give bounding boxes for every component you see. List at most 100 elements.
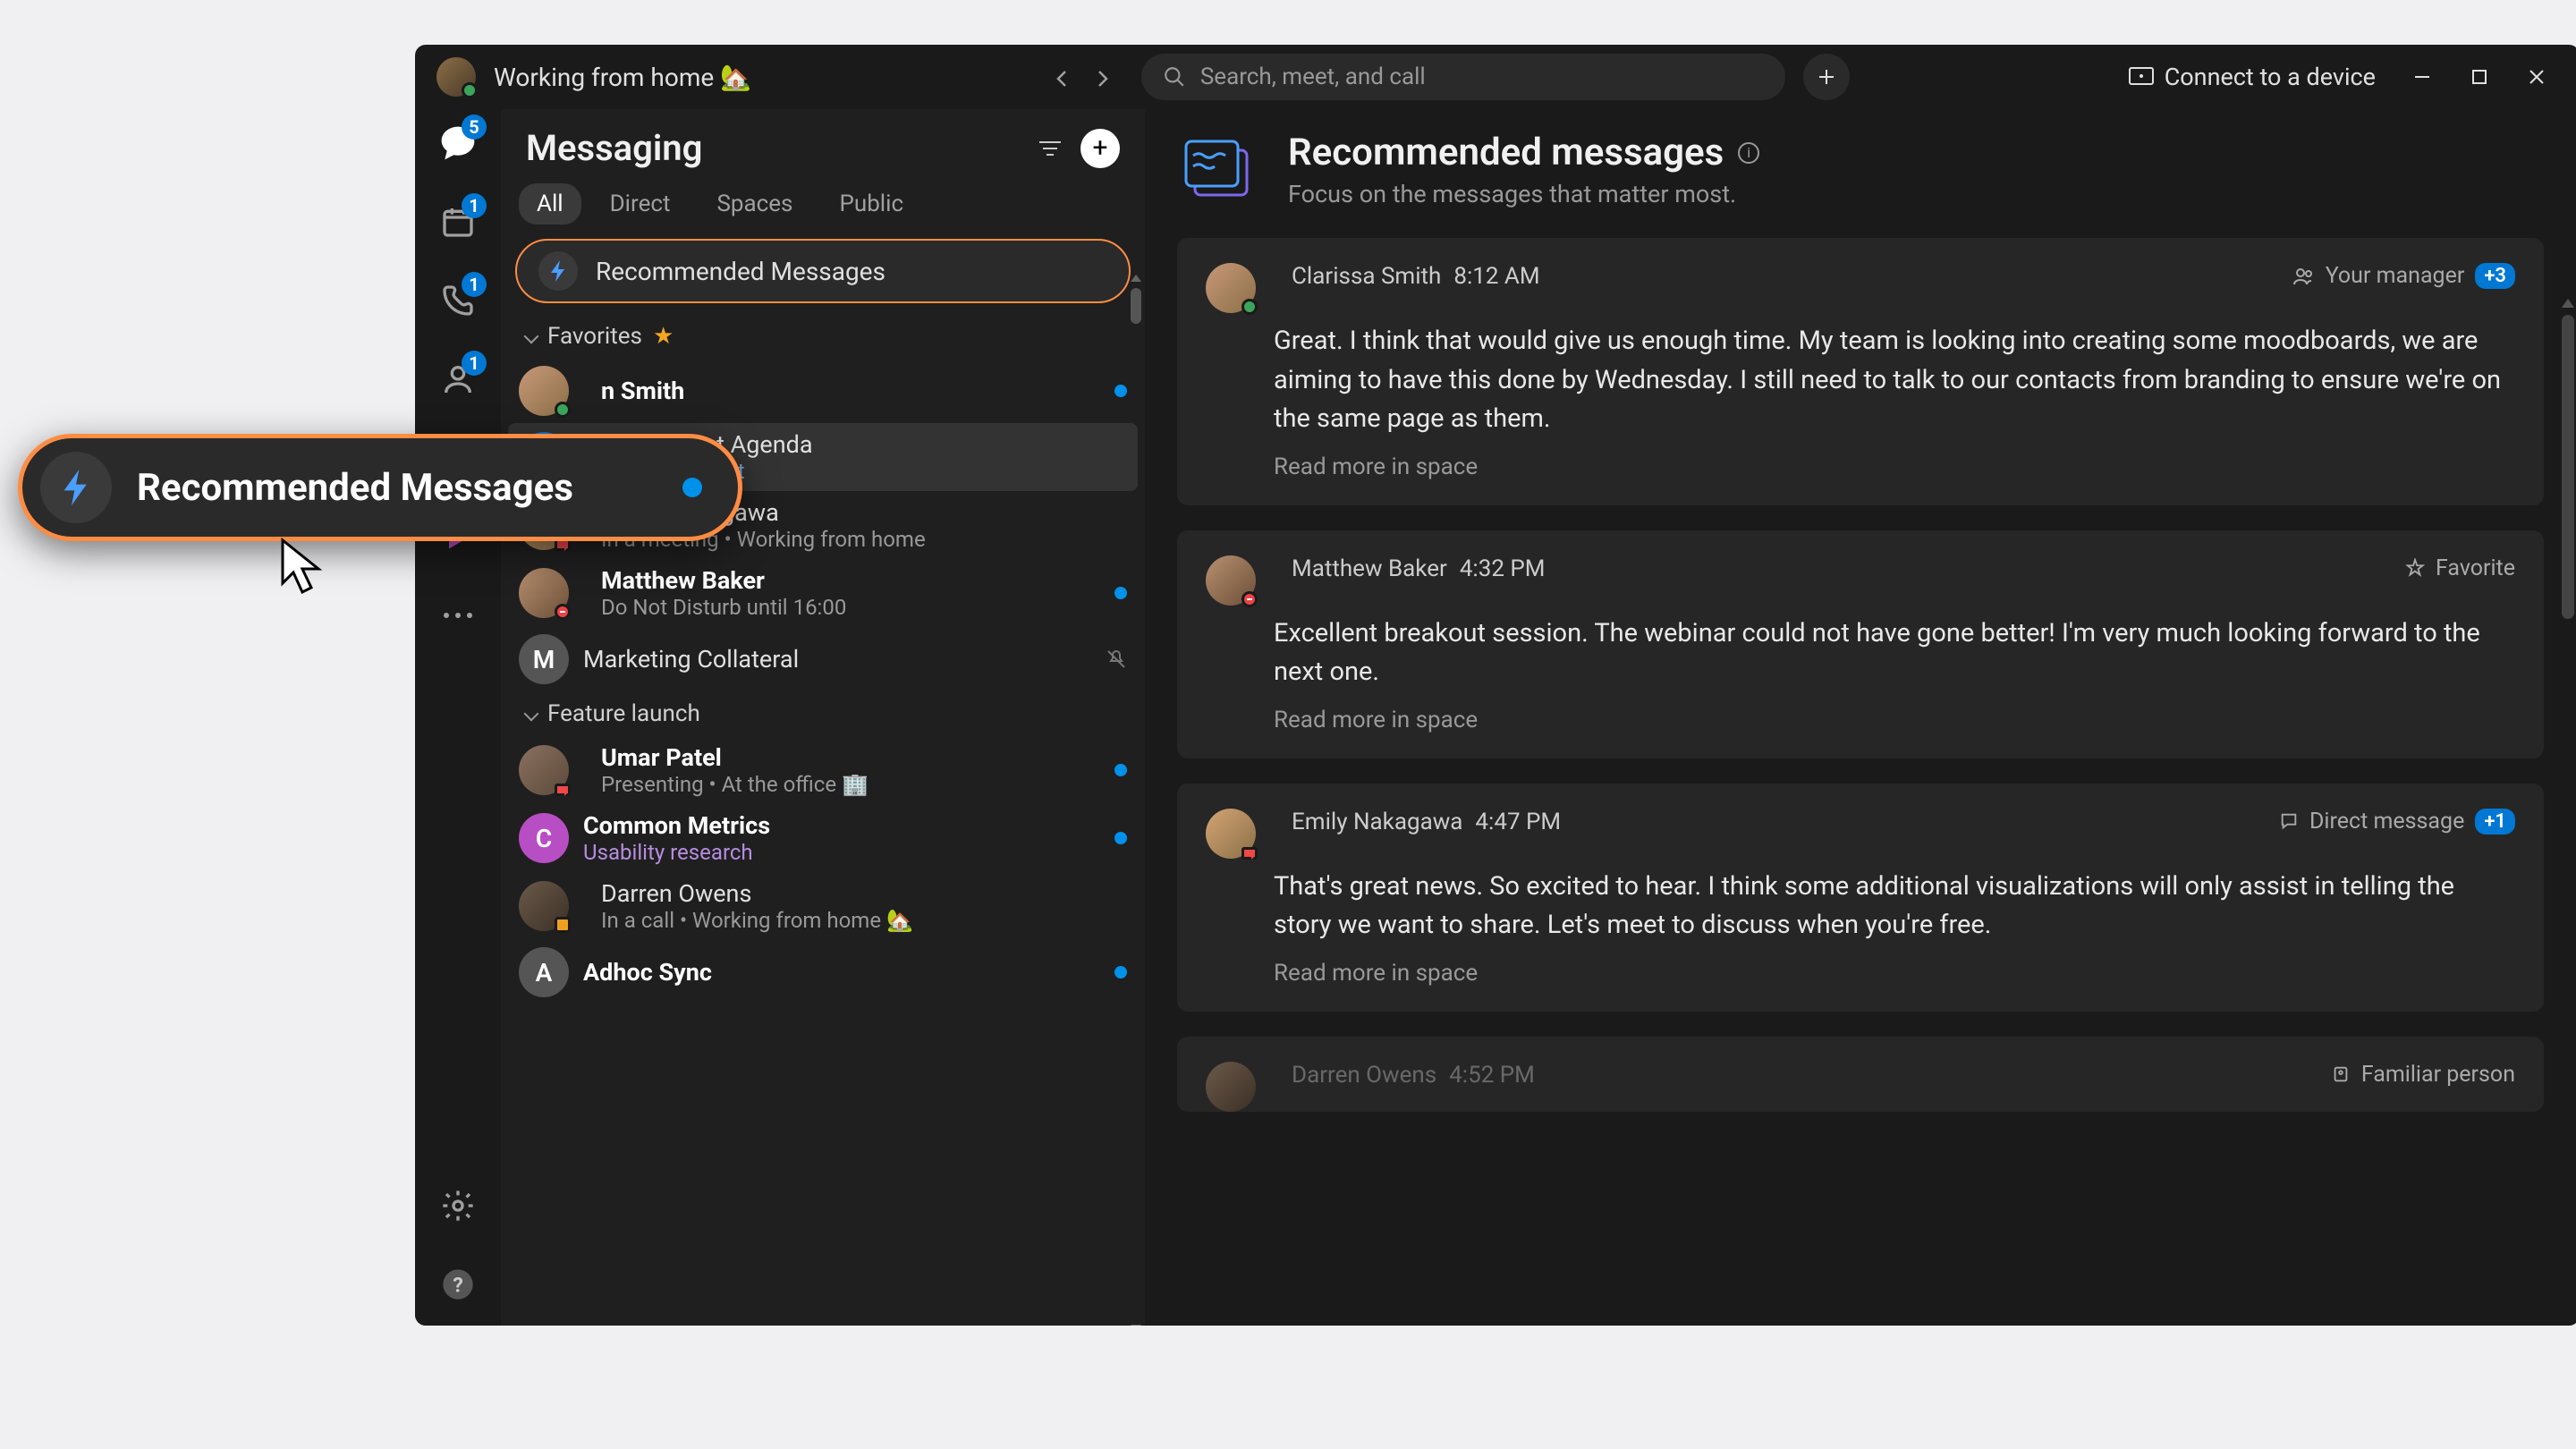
recommended-messages-pill[interactable]: Recommended Messages [515,239,1131,303]
search-input[interactable]: Search, meet, and call [1141,54,1785,100]
message-card[interactable]: Darren Owens 4:52 PM Familiar person [1177,1037,2544,1112]
chat-item-marketing[interactable]: M Marketing Collateral [501,627,1145,691]
close-button[interactable] [2526,66,2547,88]
user-avatar[interactable] [436,57,476,97]
unread-indicator [1114,385,1127,397]
tag-badge: +3 [2475,263,2515,289]
panel-scrollbar[interactable] [1131,288,1141,1318]
chat-item-darren[interactable]: Darren Owens In a call • Working from ho… [501,872,1145,940]
nav-chat[interactable]: 5 [435,120,481,166]
read-more-link[interactable]: Read more in space [1274,453,2515,480]
titlebar: Working from home 🏡 Search, meet, and ca… [415,45,2576,109]
recommended-messages-callout[interactable]: Recommended Messages [18,434,742,541]
minimize-button[interactable] [2411,66,2433,88]
nav-back-button[interactable] [1052,68,1070,86]
messaging-tabs: All Direct Spaces Public [501,176,1145,239]
presence-camera-icon [1241,847,1258,860]
filter-button[interactable] [1030,129,1070,168]
nav-help[interactable]: ? [435,1261,481,1308]
card-body: That's great news. So excited to hear. I… [1274,868,2515,945]
chat-item-umar[interactable]: Umar Patel Presenting • At the office 🏢 [501,736,1145,804]
messaging-title: Messaging [526,127,1030,169]
info-icon[interactable]: i [1738,142,1759,164]
search-icon [1163,65,1186,89]
content-subtitle: Focus on the messages that matter most. [1288,180,1759,208]
help-icon: ? [440,1267,476,1302]
callout-label: Recommended Messages [137,466,657,510]
contacts-badge: 1 [462,351,487,376]
read-more-link[interactable]: Read more in space [1274,960,2515,987]
tab-all[interactable]: All [519,183,581,225]
unread-indicator [1114,764,1127,776]
chat-bubble-icon [2279,811,2299,831]
chat-item-adhoc[interactable]: A Adhoc Sync [501,940,1145,1004]
section-favorites[interactable]: Favorites ★ [501,314,1145,359]
ellipsis-icon [442,611,474,620]
avatar: C [519,813,569,863]
chat-item-common-metrics[interactable]: C Common Metrics Usability research [501,804,1145,872]
avatar [1206,809,1256,859]
person-icon [2331,1064,2351,1084]
card-time: 4:32 PM [1460,555,1546,582]
svg-text:?: ? [453,1272,463,1297]
chevron-down-icon [524,707,539,722]
card-author: Clarissa Smith [1292,263,1441,290]
new-action-button[interactable] [1803,54,1850,100]
search-placeholder: Search, meet, and call [1200,64,1426,90]
message-card[interactable]: Matthew Baker 4:32 PM Favorite Excellent… [1177,530,2544,758]
section-feature-launch[interactable]: Feature launch [501,691,1145,736]
read-more-link[interactable]: Read more in space [1274,707,2515,733]
presence-phone-icon [555,917,571,933]
presence-active-icon [462,82,478,98]
compose-button[interactable]: + [1080,129,1120,168]
chat-item-matthew[interactable]: Matthew Baker Do Not Disturb until 16:00 [501,559,1145,627]
unread-indicator [682,478,702,497]
chat-badge: 5 [462,114,487,140]
gear-icon [440,1188,476,1224]
cursor-icon [277,537,331,599]
nav-settings[interactable] [435,1182,481,1229]
filter-icon [1038,140,1063,157]
calendar-badge: 1 [462,193,487,218]
scrollbar-thumb[interactable] [1131,288,1141,324]
message-card[interactable]: Clarissa Smith 8:12 AM Your manager +3 G… [1177,238,2544,505]
nav-more[interactable] [435,592,481,639]
presence-dnd-icon [1241,591,1258,607]
avatar [519,568,569,618]
tab-direct[interactable]: Direct [592,183,689,225]
lightning-icon [40,452,112,523]
maximize-button[interactable] [2469,66,2490,88]
avatar [1206,1062,1256,1112]
scrollbar-thumb[interactable] [2562,315,2574,619]
messaging-panel: Messaging + All Direct Spaces Public Rec… [501,109,1145,1326]
card-body: Great. I think that would give us enough… [1274,322,2515,439]
nav-calls[interactable]: 1 [435,277,481,324]
content-scrollbar[interactable] [2562,315,2574,1318]
tab-spaces[interactable]: Spaces [699,183,810,225]
nav-forward-button[interactable] [1091,68,1109,86]
connect-device-button[interactable]: Connect to a device [2129,63,2376,91]
avatar: M [519,634,569,684]
mute-icon [1106,648,1127,670]
nav-calendar[interactable]: 1 [435,199,481,245]
calls-badge: 1 [462,272,487,297]
chat-item-clarissa[interactable]: n Smith [501,359,1145,423]
star-icon: ★ [653,323,674,350]
recommended-header-icon [1177,131,1263,216]
avatar [1206,263,1256,313]
card-time: 4:52 PM [1449,1062,1535,1089]
lightning-icon [538,251,578,291]
nav-contacts[interactable]: 1 [435,356,481,402]
tab-public[interactable]: Public [821,183,921,225]
device-icon [2129,67,2154,87]
presence-camera-icon [555,784,571,796]
people-icon [2293,267,2315,285]
unread-indicator [1114,832,1127,844]
unread-indicator [1114,587,1127,599]
user-status-text[interactable]: Working from home 🏡 [494,63,751,92]
presence-dnd-icon [555,604,571,620]
message-card[interactable]: Emily Nakagawa 4:47 PM Direct message +1… [1177,784,2544,1012]
content-title: Recommended messages [1288,131,1724,174]
unread-indicator [1114,966,1127,979]
content-area: Recommended messages i Focus on the mess… [1145,109,2576,1326]
